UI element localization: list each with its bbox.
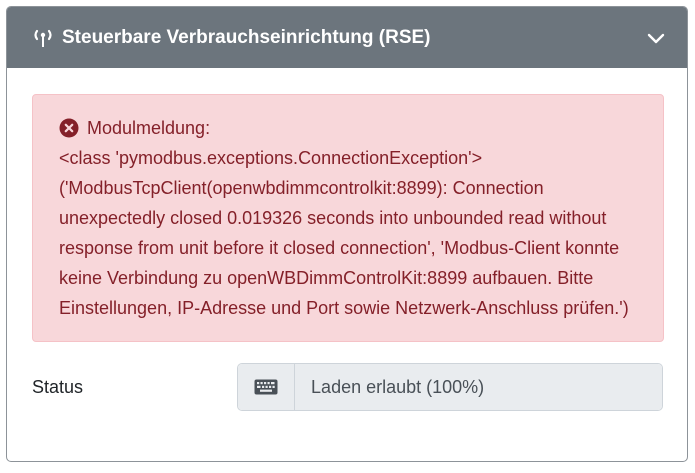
alert-title: Modulmeldung:	[87, 118, 211, 138]
chevron-down-icon[interactable]	[639, 21, 673, 55]
error-alert: Modulmeldung: <class 'pymodbus.exception…	[32, 94, 664, 342]
alert-message: <class 'pymodbus.exceptions.ConnectionEx…	[59, 148, 629, 318]
error-circle-icon	[59, 118, 79, 138]
keyboard-icon	[238, 364, 296, 410]
status-input-group	[237, 363, 663, 411]
status-row: Status	[32, 363, 663, 411]
card-title: Steuerbare Verbrauchseinrichtung (RSE)	[62, 26, 431, 48]
card-header[interactable]: Steuerbare Verbrauchseinrichtung (RSE)	[7, 7, 687, 68]
alert-title-row: Modulmeldung:	[59, 113, 643, 143]
rse-card: Steuerbare Verbrauchseinrichtung (RSE) M…	[6, 6, 688, 462]
status-label: Status	[32, 376, 84, 397]
antenna-signal-icon	[32, 26, 54, 50]
status-value-field[interactable]	[295, 364, 662, 410]
card-body: Modulmeldung: <class 'pymodbus.exception…	[7, 68, 687, 411]
